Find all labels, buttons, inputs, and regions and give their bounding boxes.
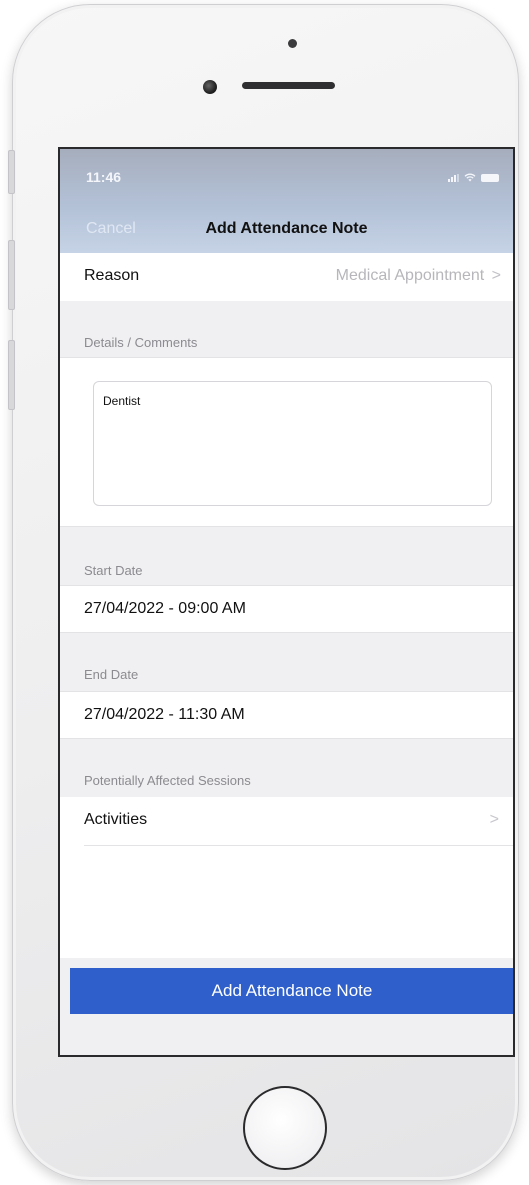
start-date-row[interactable]: 27/04/2022 - 09:00 AM xyxy=(60,585,513,633)
battery-icon xyxy=(481,173,499,182)
app-screen: 11:46 Add Attendance Note Cancel Reason … xyxy=(58,147,515,1057)
navigation-bar: 11:46 Add Attendance Note Cancel xyxy=(60,149,513,254)
details-section-label: Details / Comments xyxy=(84,335,198,350)
activities-row[interactable]: Activities > xyxy=(60,797,513,845)
mute-switch xyxy=(8,150,15,194)
activities-label: Activities xyxy=(84,811,148,828)
wifi-icon xyxy=(464,173,476,182)
start-date-section-header: Start Date xyxy=(60,527,513,585)
proximity-sensor xyxy=(203,80,217,94)
volume-down-button xyxy=(8,340,15,410)
earpiece-speaker xyxy=(242,82,335,89)
end-date-section-label: End Date xyxy=(84,667,139,682)
reason-value: Medical Appointment > xyxy=(336,267,501,285)
end-date-section-header: End Date xyxy=(60,633,513,691)
reason-value-text: Medical Appointment xyxy=(335,267,485,284)
reason-row[interactable]: Reason Medical Appointment > xyxy=(60,253,513,301)
details-section-header: Details / Comments xyxy=(60,301,513,357)
start-date-value: 27/04/2022 - 09:00 AM xyxy=(84,600,246,617)
chevron-right-icon: > xyxy=(491,267,501,284)
sessions-section-header: Potentially Affected Sessions xyxy=(60,739,513,797)
end-date-row[interactable]: 27/04/2022 - 11:30 AM xyxy=(60,691,513,739)
end-date-value: 27/04/2022 - 11:30 AM xyxy=(84,706,245,723)
details-text: Dentist xyxy=(103,394,141,408)
add-attendance-note-button[interactable]: Add Attendance Note xyxy=(70,968,513,1014)
status-icons xyxy=(448,173,499,182)
home-button[interactable] xyxy=(243,1086,327,1170)
start-date-section-label: Start Date xyxy=(84,563,143,578)
volume-up-button xyxy=(8,240,15,310)
chevron-right-icon: > xyxy=(489,811,499,828)
front-camera xyxy=(288,39,297,48)
cancel-button[interactable]: Cancel xyxy=(86,220,136,238)
details-textarea[interactable]: Dentist xyxy=(93,381,492,506)
sessions-section-label: Potentially Affected Sessions xyxy=(84,773,251,788)
status-time: 11:46 xyxy=(86,169,122,185)
divider xyxy=(84,845,513,846)
phone-frame: 11:46 Add Attendance Note Cancel Reason … xyxy=(12,4,519,1181)
reason-label: Reason xyxy=(84,267,140,284)
signal-icon xyxy=(448,173,459,182)
